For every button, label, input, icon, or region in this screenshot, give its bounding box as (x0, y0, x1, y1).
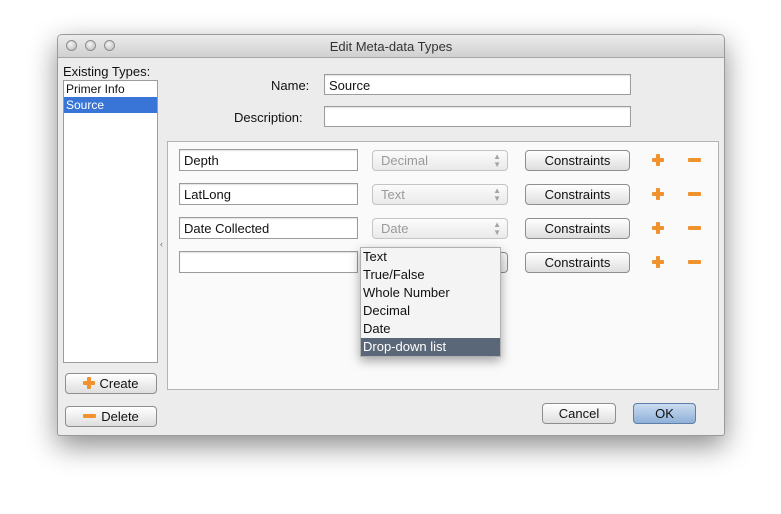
updown-arrows-icon: ▲ ▼ (493, 220, 501, 237)
minus-icon[interactable] (688, 158, 701, 162)
updown-arrows-icon: ▲ ▼ (493, 152, 501, 169)
field-type-value: Decimal (381, 153, 428, 168)
menu-item-date[interactable]: Date (361, 320, 500, 338)
field-type-select[interactable]: Date ▲ ▼ (372, 218, 508, 239)
plus-icon[interactable] (652, 256, 664, 268)
existing-types-label: Existing Types: (63, 64, 151, 79)
updown-arrows-icon: ▲ ▼ (493, 186, 501, 203)
minus-icon[interactable] (688, 192, 701, 196)
field-name-input[interactable] (179, 251, 358, 273)
cancel-button[interactable]: Cancel (542, 403, 616, 424)
field-type-value: Text (381, 187, 405, 202)
create-button-label: Create (99, 376, 139, 391)
split-divider-handle[interactable]: ‹ (160, 240, 165, 249)
edit-metadata-types-dialog: Edit Meta-data Types Existing Types: Pri… (57, 34, 725, 436)
menu-item-decimal[interactable]: Decimal (361, 302, 500, 320)
minus-icon (83, 414, 97, 418)
constraints-button[interactable]: Constraints (525, 184, 630, 205)
minus-icon[interactable] (688, 226, 701, 230)
field-name-input[interactable]: Depth (179, 149, 358, 171)
name-label: Name: (271, 78, 310, 93)
existing-types-list[interactable]: Primer Info Source (63, 80, 158, 363)
constraints-button[interactable]: Constraints (525, 252, 630, 273)
menu-item-drop-down-list[interactable]: Drop-down list (361, 338, 500, 356)
list-item-source[interactable]: Source (64, 97, 157, 113)
delete-button[interactable]: Delete (65, 406, 157, 427)
description-input[interactable] (324, 106, 631, 127)
constraints-button[interactable]: Constraints (525, 150, 630, 171)
field-type-select[interactable]: Text ▲ ▼ (372, 184, 508, 205)
field-type-dropdown-menu: Text True/False Whole Number Decimal Dat… (360, 247, 501, 357)
menu-item-whole-number[interactable]: Whole Number (361, 284, 500, 302)
plus-icon[interactable] (652, 222, 664, 234)
menu-item-text[interactable]: Text (361, 248, 500, 266)
plus-icon (83, 377, 96, 389)
ok-button[interactable]: OK (633, 403, 696, 424)
plus-icon[interactable] (652, 188, 664, 200)
field-name-input[interactable]: LatLong (179, 183, 358, 205)
description-label: Description: (234, 110, 303, 125)
field-name-input[interactable]: Date Collected (179, 217, 358, 239)
plus-icon[interactable] (652, 154, 664, 166)
minus-icon[interactable] (688, 260, 701, 264)
field-type-select[interactable]: Decimal ▲ ▼ (372, 150, 508, 171)
list-item-primer-info[interactable]: Primer Info (64, 81, 157, 97)
create-button[interactable]: Create (65, 373, 157, 394)
field-type-value: Date (381, 221, 409, 236)
constraints-button[interactable]: Constraints (525, 218, 630, 239)
title-bar: Edit Meta-data Types (58, 35, 724, 58)
menu-item-true-false[interactable]: True/False (361, 266, 500, 284)
window-title: Edit Meta-data Types (329, 39, 453, 54)
delete-button-label: Delete (101, 409, 139, 424)
name-input[interactable]: Source (324, 74, 631, 95)
